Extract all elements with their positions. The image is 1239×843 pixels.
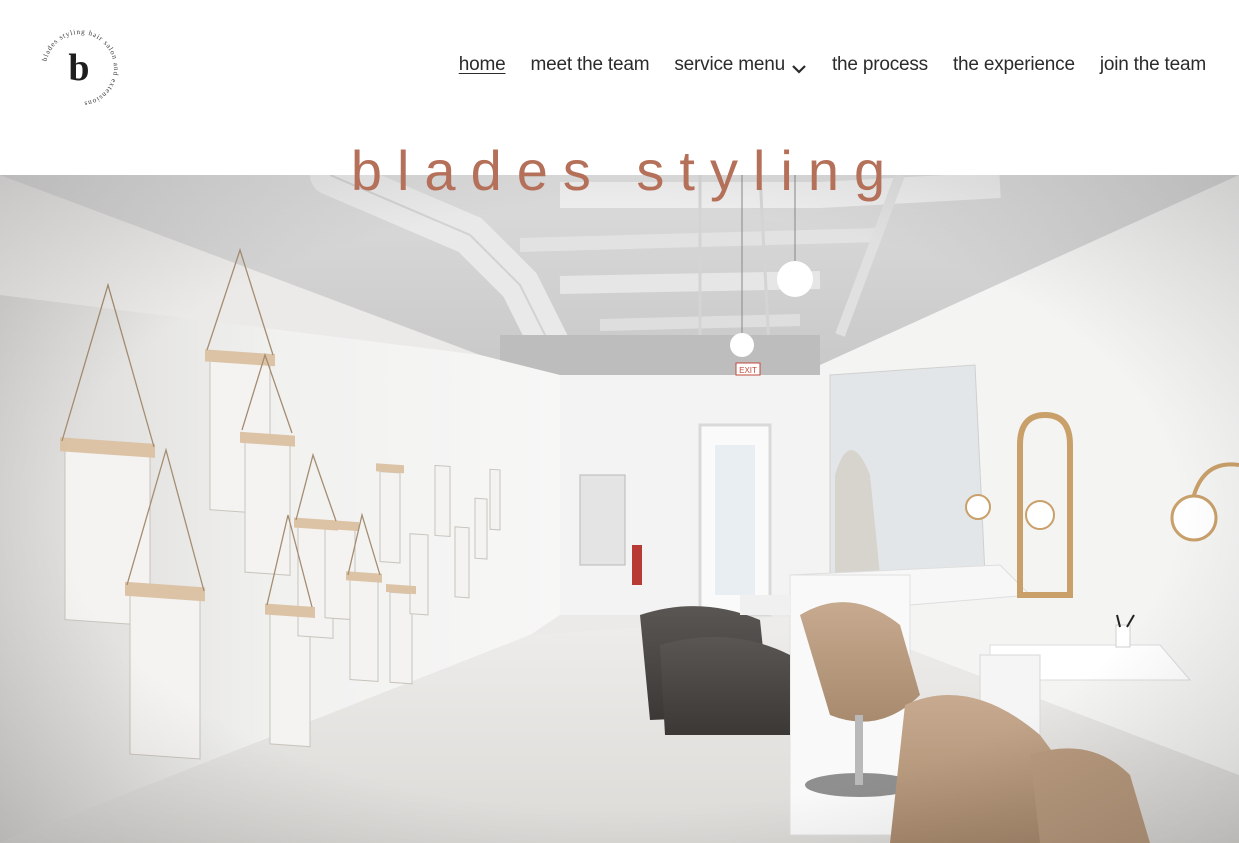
chevron-down-icon [791,59,807,74]
hero-image: EXIT [0,175,1239,843]
nav-join-the-team[interactable]: join the team [1100,54,1206,76]
nav-service-menu[interactable]: service menu [674,54,807,76]
nav-the-experience[interactable]: the experience [953,54,1075,76]
main-nav: home meet the team service menu the proc… [434,54,1206,76]
nav-the-process[interactable]: the process [832,54,928,76]
brand-logo[interactable]: blades styling hair salon and extensions… [38,24,122,112]
page: EXIT [0,0,1239,843]
logo-letter: b [68,47,89,89]
nav-meet-the-team[interactable]: meet the team [530,54,649,76]
nav-service-menu-label: service menu [674,54,785,75]
nav-home[interactable]: home [459,54,506,76]
site-title: blades styling [350,139,901,202]
